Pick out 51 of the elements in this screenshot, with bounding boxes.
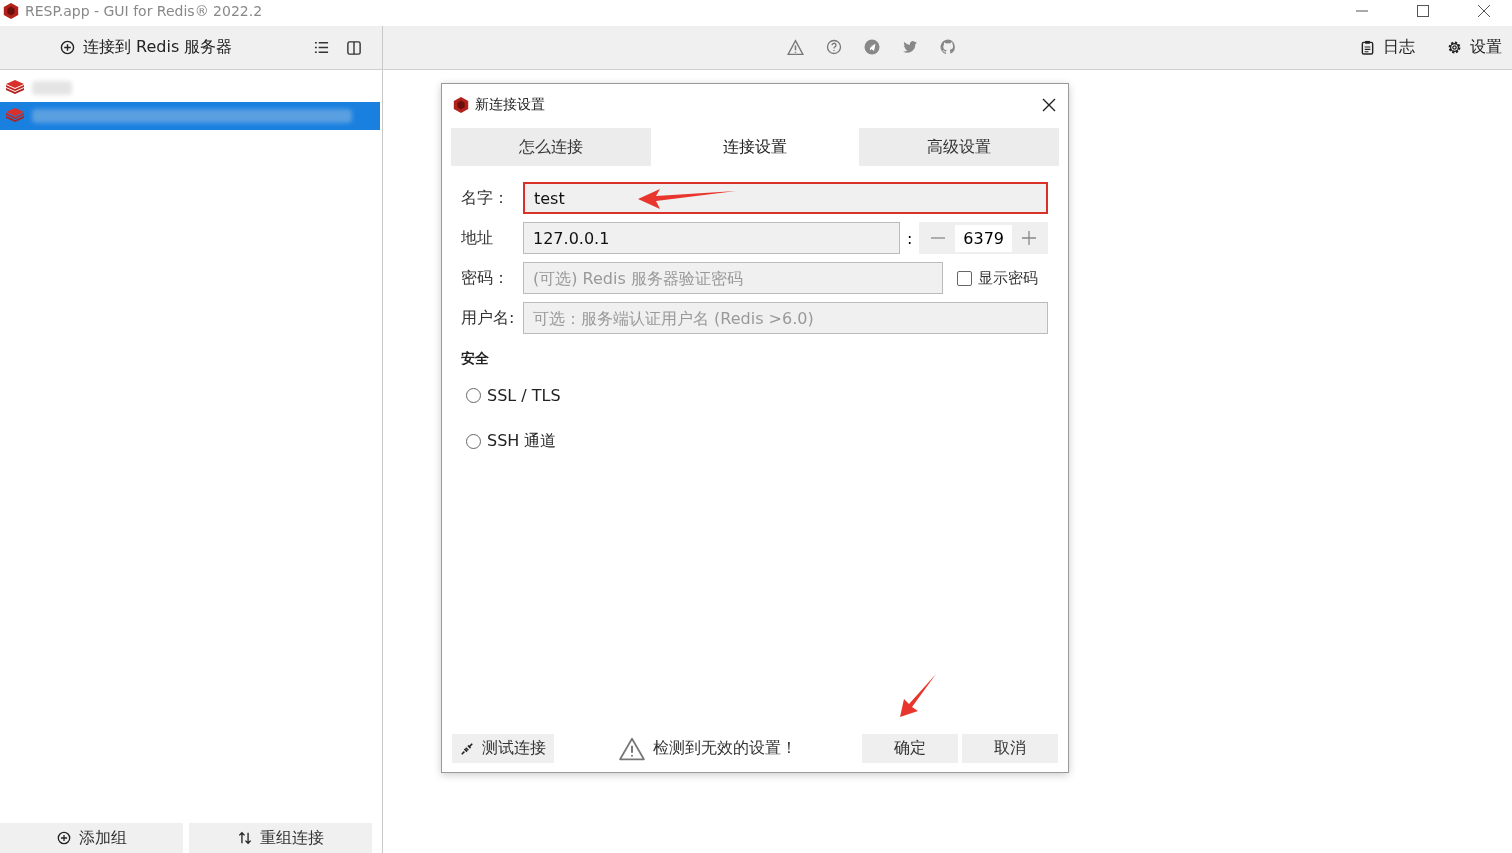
show-password-checkbox[interactable]: 显示密码 <box>957 268 1038 288</box>
tab[interactable]: 高级设置 <box>859 128 1059 166</box>
plus-circle-icon <box>60 40 75 55</box>
ok-button[interactable]: 确定 <box>862 734 958 763</box>
log-button[interactable]: 日志 <box>1360 37 1415 58</box>
settings-icon <box>1447 40 1462 55</box>
close-icon[interactable] <box>1478 5 1490 17</box>
octocat-icon[interactable] <box>940 39 956 55</box>
plug-icon <box>460 741 474 756</box>
checkbox[interactable] <box>957 270 972 286</box>
address-field[interactable]: 127.0.0.1 <box>523 222 900 254</box>
field-label: 名字： <box>461 187 510 209</box>
field-label: 密码： <box>461 267 510 289</box>
cancel-button[interactable]: 取消 <box>962 734 1058 763</box>
bird-icon[interactable] <box>902 39 918 55</box>
swap-arrows-icon <box>237 831 252 845</box>
clipboard-icon <box>1360 40 1375 55</box>
help-icon[interactable] <box>826 39 842 55</box>
list-icon[interactable] <box>314 40 330 55</box>
dialog-title: 新连接设置 <box>475 96 545 114</box>
plus-circle-icon <box>56 831 71 845</box>
connect-button[interactable]: 连接到 Redis 服务器 <box>60 37 233 58</box>
test-connection-button[interactable]: 测试连接 <box>452 734 554 763</box>
field-label: 地址 <box>461 227 494 249</box>
tab[interactable]: 怎么连接 <box>451 128 651 166</box>
field-label: 用户名: <box>461 307 516 329</box>
validation-warning: 检测到无效的设置！ <box>653 738 797 759</box>
app-logo-icon <box>2 2 20 20</box>
database-stack-icon <box>4 107 26 125</box>
reorder-button[interactable]: 重组连接 <box>189 823 372 853</box>
port-separator: : <box>907 228 913 248</box>
window-title: RESP.app - GUI for Redis® 2022.2 <box>25 3 263 19</box>
maximize-icon[interactable] <box>1417 5 1429 17</box>
database-stack-icon <box>4 79 26 97</box>
close-icon[interactable] <box>1042 98 1056 112</box>
settings-button[interactable]: 设置 <box>1447 37 1502 58</box>
add-group-button[interactable]: 添加组 <box>0 823 183 853</box>
name-field[interactable]: test <box>523 182 1048 214</box>
warning-icon[interactable] <box>787 39 804 56</box>
radio-option[interactable]: SSH 通道 <box>466 422 1048 460</box>
radio-option[interactable]: SSL / TLS <box>466 376 1048 414</box>
panel-icon[interactable] <box>347 40 362 55</box>
username-field[interactable]: 可选：服务端认证用户名 (Redis >6.0) <box>523 302 1048 334</box>
paper-plane-icon[interactable] <box>864 39 880 55</box>
app-logo-icon <box>452 96 470 114</box>
plus-icon[interactable] <box>1022 231 1036 245</box>
warning-icon <box>619 736 645 761</box>
section-heading: 安全 <box>461 350 490 368</box>
password-field[interactable]: (可选) Redis 服务器验证密码 <box>523 262 943 294</box>
redacted-blur <box>32 81 72 95</box>
port-spinner[interactable]: 6379 <box>919 222 1048 254</box>
